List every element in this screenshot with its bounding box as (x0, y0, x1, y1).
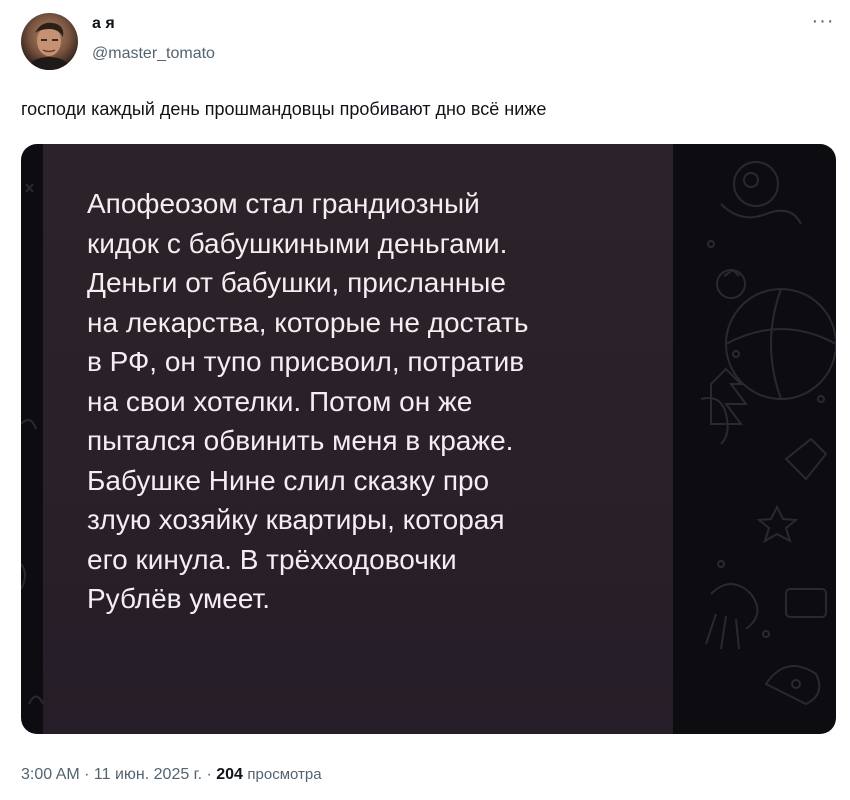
views-label: просмотра (247, 766, 322, 783)
display-name[interactable]: а я (92, 14, 115, 34)
avatar[interactable] (21, 13, 78, 70)
views-count: 204 (216, 766, 243, 783)
message-text: Апофеозом стал грандиозный кидок с бабуш… (87, 188, 529, 614)
timestamp[interactable]: 3:00 AM · 11 июн. 2025 г. · (21, 766, 216, 783)
more-horizontal-icon: ··· (811, 10, 835, 32)
tweet-text: господи каждый день прошмандовцы пробива… (21, 99, 547, 119)
tweet-meta: 3:00 AM · 11 июн. 2025 г. · 204 просмотр… (21, 765, 322, 785)
more-options-button[interactable]: ··· (808, 11, 838, 38)
user-handle[interactable]: @master_tomato (92, 44, 215, 64)
message-bubble: Апофеозом стал грандиозный кидок с бабуш… (43, 144, 673, 734)
avatar-photo (27, 22, 71, 70)
tweet-media-image[interactable]: Апофеозом стал грандиозный кидок с бабуш… (21, 144, 836, 734)
